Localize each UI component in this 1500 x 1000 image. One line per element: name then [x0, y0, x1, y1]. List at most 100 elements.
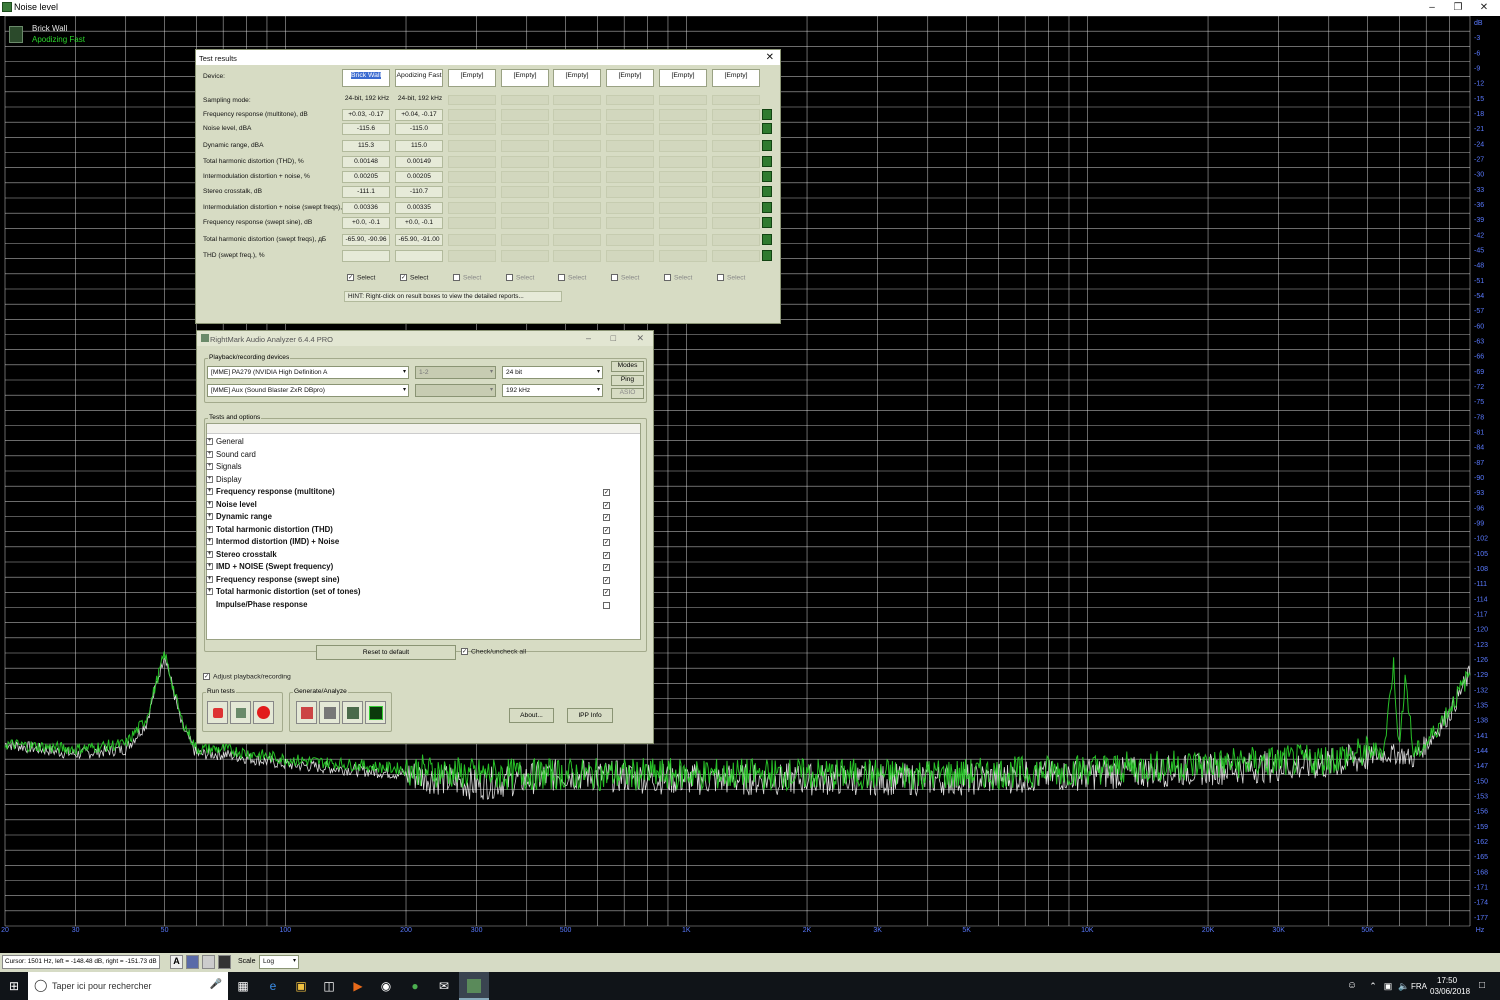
result-cell[interactable]: 0.00336	[342, 202, 390, 214]
graph-report-icon[interactable]	[762, 234, 772, 245]
result-cell-empty[interactable]	[553, 186, 601, 198]
clock-time[interactable]: 17:50	[1437, 976, 1457, 985]
result-cell-empty[interactable]	[606, 186, 654, 198]
result-cell[interactable]: 115.3	[342, 140, 390, 152]
result-cell[interactable]: -65.90, -91.00	[395, 234, 443, 246]
ipp-info-button[interactable]: IPP Info	[567, 708, 613, 723]
result-cell[interactable]	[395, 250, 443, 262]
result-column-header[interactable]: Apodizing Fast	[395, 69, 443, 87]
result-cell-empty[interactable]	[501, 217, 549, 229]
modes-button[interactable]: Modes	[611, 361, 644, 372]
result-cell-empty[interactable]	[712, 234, 760, 246]
result-cell-empty[interactable]	[553, 250, 601, 262]
channels-select-2[interactable]: ▾	[415, 384, 496, 397]
channels-select[interactable]: 1-2 ▾	[415, 366, 496, 379]
result-column-header[interactable]: [Empty]	[448, 69, 496, 87]
result-cell-empty[interactable]	[501, 156, 549, 168]
tree-item-checkbox[interactable]: ✓	[603, 489, 610, 496]
expand-icon[interactable]: +	[206, 550, 213, 558]
result-cell[interactable]: +0.03, -0.17	[342, 109, 390, 121]
close-window-button[interactable]: ✕	[1470, 0, 1498, 16]
mail-icon[interactable]: ✉	[436, 978, 452, 994]
graph-report-icon[interactable]	[762, 202, 772, 213]
result-cell[interactable]: -111.1	[342, 186, 390, 198]
result-cell-empty[interactable]	[553, 217, 601, 229]
spectrum-icon[interactable]	[365, 701, 386, 724]
result-cell-empty[interactable]	[501, 250, 549, 262]
result-cell-empty[interactable]	[448, 171, 496, 183]
rate-select[interactable]: 192 kHz ▾	[502, 384, 603, 397]
result-cell-empty[interactable]	[448, 109, 496, 121]
tray-expand-icon[interactable]: ⌃	[1365, 978, 1381, 994]
ping-button[interactable]: Ping	[611, 375, 644, 386]
result-cell[interactable]	[342, 250, 390, 262]
result-cell[interactable]: 0.00335	[395, 202, 443, 214]
graph-report-icon[interactable]	[762, 109, 772, 120]
tree-item[interactable]: Impulse/Phase response	[206, 600, 307, 609]
result-cell-empty[interactable]	[553, 156, 601, 168]
select-checkbox[interactable]: Select	[717, 274, 745, 281]
generate-icon[interactable]	[296, 701, 317, 724]
result-cell-empty[interactable]	[606, 202, 654, 214]
expand-icon[interactable]: +	[206, 500, 213, 508]
result-cell-empty[interactable]	[712, 202, 760, 214]
result-cell-empty[interactable]	[659, 250, 707, 262]
graph-report-icon[interactable]	[762, 123, 772, 134]
result-cell[interactable]: +0.0, -0.1	[395, 217, 443, 229]
result-cell-empty[interactable]	[501, 95, 549, 105]
playback-test-icon[interactable]	[207, 701, 228, 724]
result-cell[interactable]: 0.00148	[342, 156, 390, 168]
result-cell-empty[interactable]	[712, 156, 760, 168]
result-cell-empty[interactable]	[553, 123, 601, 135]
language-indicator[interactable]: FRA	[1411, 982, 1427, 991]
people-icon[interactable]: ☺	[1344, 978, 1360, 994]
result-cell-empty[interactable]	[712, 140, 760, 152]
tree-item-checkbox[interactable]: ✓	[603, 551, 610, 559]
record-icon[interactable]	[253, 701, 274, 724]
result-cell-empty[interactable]	[659, 217, 707, 229]
tree-item[interactable]: + Total harmonic distortion (THD)	[206, 525, 333, 534]
result-cell-empty[interactable]	[606, 250, 654, 262]
analyze-icon[interactable]	[342, 701, 363, 724]
text-tool-icon[interactable]: A	[170, 955, 183, 969]
select-checkbox[interactable]: Select	[558, 274, 586, 281]
adjust-checkbox[interactable]: ✓ Adjust playback/recording	[203, 673, 291, 680]
app-icon-1[interactable]: ◉	[378, 978, 394, 994]
result-cell-empty[interactable]	[659, 234, 707, 246]
save-image-icon[interactable]	[218, 955, 231, 969]
playback-device-select[interactable]: [MME] PA279 (NVIDIA High Definition A ▾	[207, 366, 409, 379]
reset-default-button[interactable]: Reset to default	[316, 645, 456, 660]
tree-item[interactable]: + Intermod distortion (IMD) + Noise	[206, 537, 339, 546]
result-cell-empty[interactable]	[712, 171, 760, 183]
tree-item[interactable]: + Noise level	[206, 500, 257, 509]
result-cell-empty[interactable]	[659, 202, 707, 214]
about-button[interactable]: About...	[509, 708, 554, 723]
recording-device-select[interactable]: [MME] Aux (Sound Blaster ZxR DBpro) ▾	[207, 384, 409, 397]
result-cell-empty[interactable]	[659, 186, 707, 198]
asio-button[interactable]: ASIO	[611, 388, 644, 399]
tree-item[interactable]: + Frequency response (swept sine)	[206, 575, 340, 584]
notification-icon[interactable]: □	[1474, 978, 1490, 994]
result-cell[interactable]: -115.6	[342, 123, 390, 135]
maximize-button[interactable]: ❐	[1444, 0, 1472, 16]
wave-icon[interactable]	[319, 701, 340, 724]
result-cell-empty[interactable]	[448, 186, 496, 198]
result-cell-empty[interactable]	[712, 186, 760, 198]
expand-icon[interactable]: +	[206, 563, 213, 571]
tool-icon[interactable]	[202, 955, 215, 969]
select-checkbox[interactable]: ✓ Select	[400, 274, 428, 281]
tree-item-checkbox[interactable]: ✓	[603, 564, 610, 571]
expand-icon[interactable]: +	[206, 588, 213, 596]
result-cell-empty[interactable]	[712, 109, 760, 121]
result-cell-empty[interactable]	[553, 140, 601, 152]
network-icon[interactable]: ▣	[1380, 978, 1396, 994]
result-column-header[interactable]: [Empty]	[712, 69, 760, 87]
result-cell-empty[interactable]	[501, 171, 549, 183]
result-cell-empty[interactable]	[553, 109, 601, 121]
result-cell-empty[interactable]	[501, 234, 549, 246]
edge-icon[interactable]: e	[265, 978, 281, 994]
volume-icon[interactable]: 🔈	[1396, 978, 1412, 994]
result-cell-empty[interactable]	[606, 95, 654, 105]
chrome-icon[interactable]: ●	[407, 978, 423, 994]
result-cell[interactable]: 0.00205	[395, 171, 443, 183]
